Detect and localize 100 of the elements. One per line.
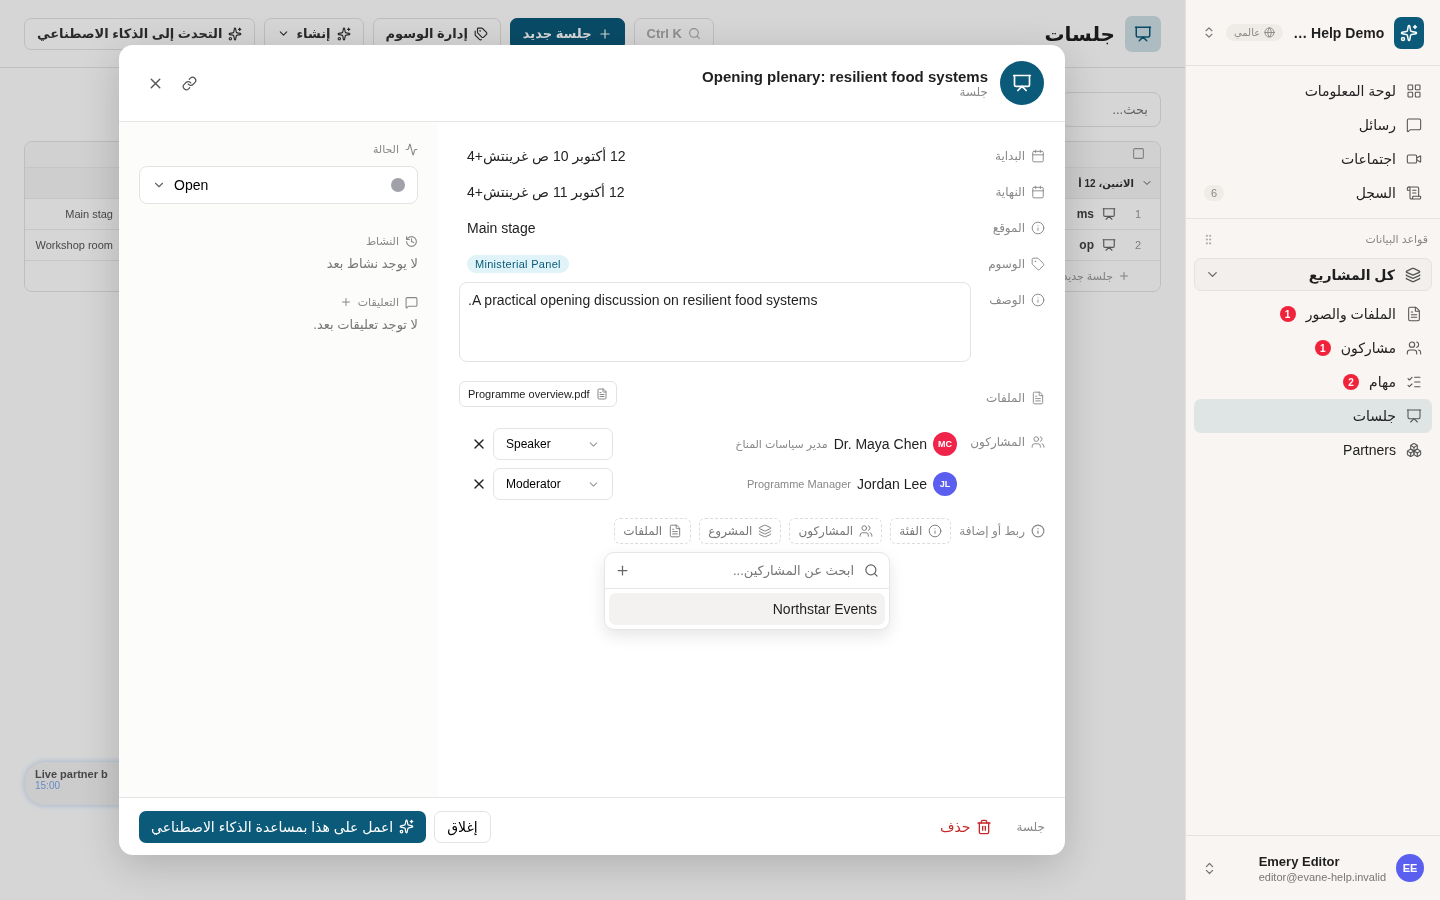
presentation-board-icon <box>1125 15 1161 52</box>
ai-assist-button[interactable]: اعمل على هذا بمساعدة الذكاء الاصطناعي <box>139 810 427 843</box>
field-label: النهاية <box>975 174 1045 210</box>
role-select[interactable]: Speaker <box>493 428 613 460</box>
app-logo[interactable] <box>1394 16 1424 49</box>
layers-icon <box>758 524 773 538</box>
nav-item[interactable]: اجتماعات <box>1194 142 1432 176</box>
video-camera-icon <box>1406 151 1422 167</box>
scroll-icon <box>1406 185 1422 201</box>
people-icon <box>859 524 874 538</box>
file-chip[interactable]: Programme overview.pdf <box>459 381 617 407</box>
copy-link-button[interactable] <box>180 73 199 93</box>
participant-role: مدير سياسات المناخ <box>735 437 828 451</box>
info-icon <box>1031 221 1045 235</box>
link-chip[interactable]: الفئة <box>890 518 952 544</box>
event-title: Live partner b <box>35 768 109 780</box>
tags-icon <box>473 26 488 41</box>
link-icon <box>182 75 197 91</box>
checkbox[interactable] <box>1131 147 1145 160</box>
document-icon <box>595 388 608 400</box>
user-name: Emery Editor <box>1258 853 1341 869</box>
role-select[interactable]: Moderator <box>493 468 613 500</box>
table-cell: op <box>1079 238 1094 252</box>
empty-activity-text: لا يوجد نشاط بعد <box>325 256 418 271</box>
field-label: الوسوم <box>975 246 1045 282</box>
sparkle-icon <box>399 819 415 834</box>
field-value[interactable]: 12 أكتوبر 11 ص غرينتش+4 <box>459 174 971 210</box>
search-icon <box>687 27 701 40</box>
activity-label: النشاط <box>139 230 418 252</box>
participant-avatar: JL <box>933 472 957 496</box>
row-number: 2 <box>1133 239 1143 251</box>
field-label: الملفات <box>975 380 1045 416</box>
database-item[interactable]: Partners <box>1194 433 1432 467</box>
close-button[interactable]: إغلاق <box>434 810 491 843</box>
link-chip[interactable]: المشاركون <box>789 518 883 544</box>
table-cell-text: Main stag <box>64 208 113 220</box>
link-label: ربط أو إضافة <box>959 524 1045 538</box>
sparkle-icon <box>228 26 243 41</box>
people-icon <box>1031 435 1045 449</box>
empty-comments-text: لا توجد تعليقات بعد. <box>312 317 418 332</box>
pulse-icon <box>405 142 418 156</box>
picker-search-field[interactable]: ابحث عن المشاركين... <box>638 562 856 579</box>
link-chip[interactable]: الملفات <box>614 518 692 544</box>
presentation-board-icon <box>1000 61 1044 105</box>
dialog-subtitle: جلسة <box>959 84 988 99</box>
section-label: قواعد البيانات <box>1365 233 1428 246</box>
checklist-icon <box>1406 374 1422 390</box>
user-avatar[interactable]: EE <box>1396 854 1424 882</box>
people-icon <box>1406 340 1422 356</box>
field-label: الوصف <box>975 282 1045 318</box>
table-cell-text: Workshop room <box>34 239 113 251</box>
comments-label: التعليقات <box>139 291 418 313</box>
cubes-icon <box>1406 442 1422 458</box>
field-value[interactable]: 12 أكتوبر 10 ص غرينتش+4 <box>459 138 971 174</box>
search-icon <box>864 563 879 578</box>
document-icon <box>1031 391 1045 405</box>
ai-chat-button[interactable]: التحدث إلى الذكاء الاصطناعي <box>24 17 256 50</box>
user-email: editor@evane-help.invalid <box>1258 870 1386 883</box>
row-number: 1 <box>1133 208 1143 220</box>
field-value[interactable]: Main stage <box>459 210 971 246</box>
field-label: الموقع <box>975 210 1045 246</box>
nav-item[interactable]: رسائل <box>1194 108 1432 142</box>
table-cell: ms <box>1076 207 1094 221</box>
presentation-board-icon <box>1102 207 1116 221</box>
page-title: جلسات <box>1044 21 1115 46</box>
description-field[interactable]: A practical opening discussion on resilient food systems. <box>459 282 971 362</box>
field-label: البداية <box>975 138 1045 174</box>
delete-button[interactable]: حذف <box>933 817 999 836</box>
status-label: الحالة <box>139 138 418 160</box>
participant-role: Programme Manager <box>747 478 851 490</box>
dialog-title: Opening plenary: resilient food systems <box>702 67 988 85</box>
sparkle-icon <box>1400 23 1419 42</box>
nav-item[interactable]: لوحة المعلومات <box>1194 74 1432 108</box>
info-icon <box>1031 293 1045 307</box>
chat-bubble-icon <box>405 295 418 309</box>
link-chip[interactable]: المشروع <box>699 518 782 544</box>
picker-option[interactable]: Northstar Events <box>609 593 885 625</box>
trash-icon <box>976 818 993 835</box>
document-icon <box>668 524 683 538</box>
tag-chip[interactable]: Ministerial Panel <box>467 255 569 273</box>
participant-name: Jordan Lee <box>856 476 927 492</box>
count-badge: 1 <box>1314 340 1331 356</box>
participant-avatar: MC <box>933 432 957 456</box>
add-icon[interactable] <box>615 563 630 578</box>
presentation-board-icon <box>1406 408 1422 424</box>
plus-icon <box>597 26 612 41</box>
status-select[interactable]: Open <box>139 166 418 204</box>
count-badge: 2 <box>1343 374 1360 390</box>
presentation-board-icon <box>1102 238 1116 252</box>
grid-icon <box>1406 83 1422 99</box>
chat-bubble-icon <box>1406 117 1422 133</box>
document-icon <box>1406 306 1422 322</box>
group-label: الاثنين، 12 أ <box>1078 177 1134 189</box>
event-time: 15:00 <box>35 780 62 791</box>
database-item[interactable]: جلسات <box>1194 399 1432 433</box>
record-type-label: جلسة <box>1016 819 1045 834</box>
project-filter[interactable]: كل المشاريع <box>1194 258 1432 291</box>
count-badge: 6 <box>1204 185 1225 201</box>
scope-badge: عالمي <box>1226 24 1284 41</box>
layers-icon <box>1405 266 1421 283</box>
